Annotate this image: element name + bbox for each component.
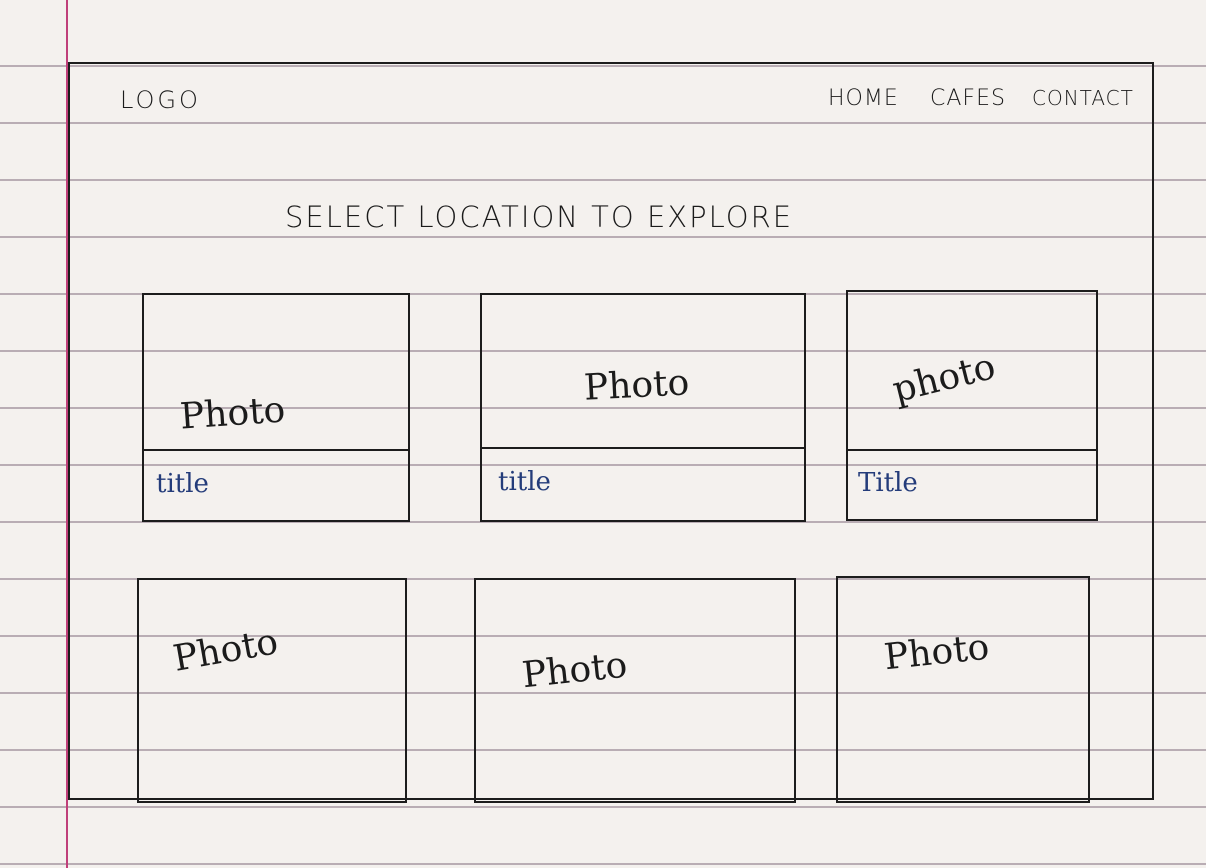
location-card[interactable]: Photo title: [142, 293, 410, 522]
photo-placeholder: Photo: [520, 644, 630, 697]
card-title: title: [156, 469, 209, 499]
photo-placeholder: Photo: [882, 626, 992, 679]
location-card[interactable]: Photo: [137, 578, 407, 803]
location-card[interactable]: Photo: [474, 578, 796, 803]
card-title: Title: [858, 468, 918, 498]
nav-cafes[interactable]: CAFES: [930, 86, 1006, 111]
card-divider: [848, 449, 1096, 451]
card-divider: [482, 447, 804, 449]
photo-placeholder: Photo: [582, 362, 691, 409]
location-card[interactable]: Photo: [836, 576, 1090, 803]
photo-placeholder: photo: [888, 346, 1000, 411]
location-card[interactable]: photo Title: [846, 290, 1098, 521]
nav-contact[interactable]: CONTACT: [1032, 86, 1134, 110]
photo-placeholder: Photo: [170, 621, 281, 680]
photo-placeholder: Photo: [178, 389, 287, 438]
page-title: SELECT LOCATION TO EXPLORE: [285, 200, 794, 234]
location-card[interactable]: Photo title: [480, 293, 806, 522]
nav-home[interactable]: HOME: [828, 86, 899, 111]
logo[interactable]: LOGO: [120, 86, 201, 114]
card-title: title: [498, 467, 551, 497]
card-divider: [144, 449, 408, 451]
